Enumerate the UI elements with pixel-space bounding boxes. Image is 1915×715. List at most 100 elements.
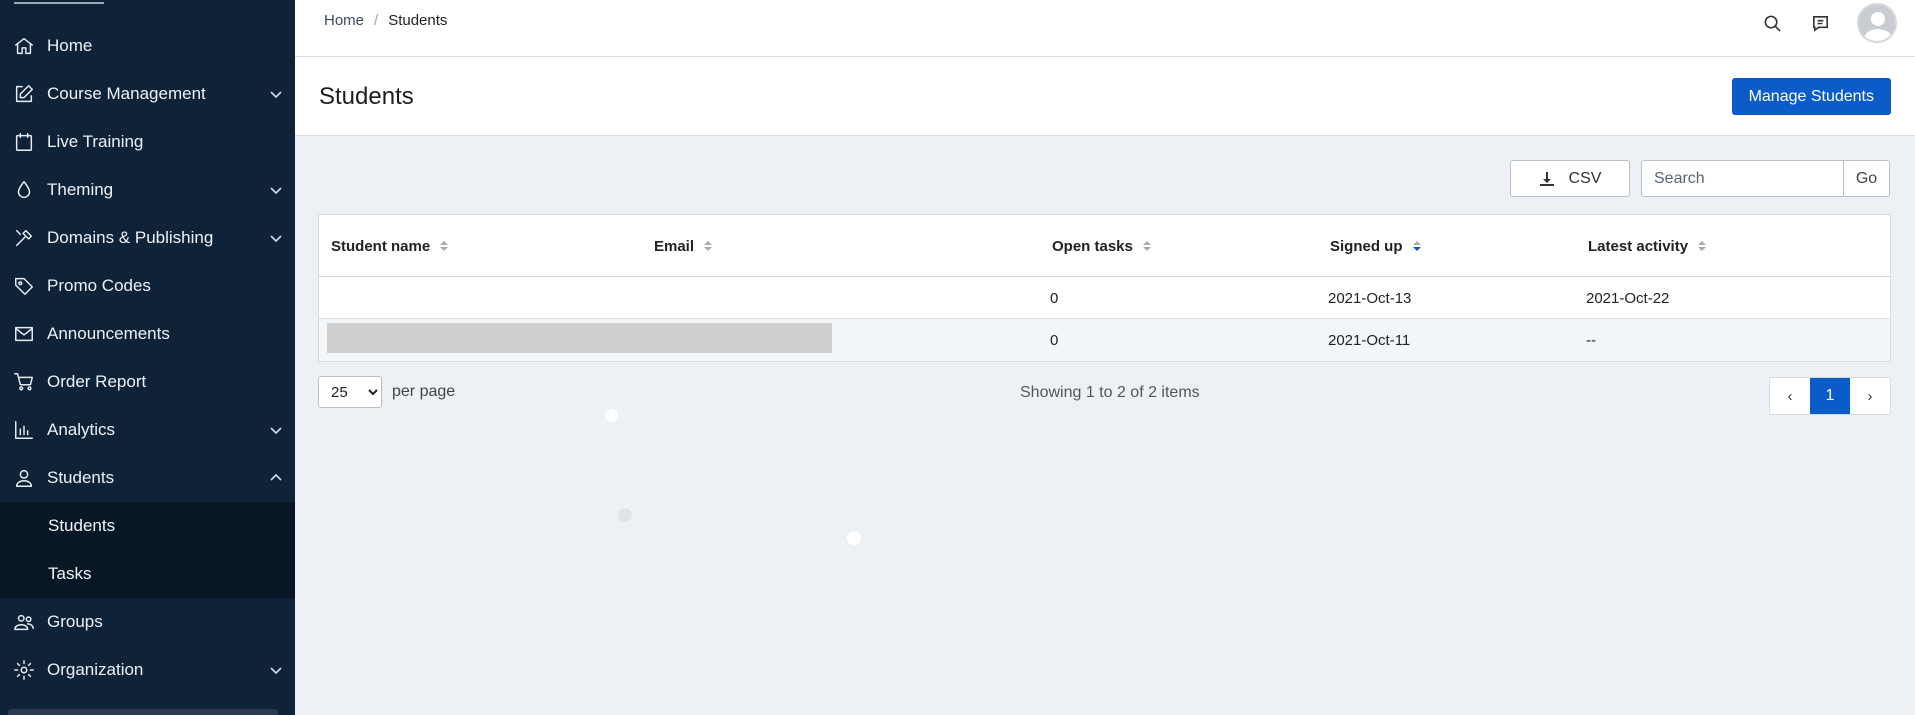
- download-icon: [1539, 171, 1554, 186]
- sidebar-logo-fragment: [14, 0, 104, 4]
- subnav-item-tasks[interactable]: Tasks: [0, 550, 295, 598]
- cell-signed-up: 2021-Oct-13: [1328, 289, 1412, 307]
- sort-descending-icon: [1412, 241, 1421, 251]
- subnav-item-students[interactable]: Students: [0, 502, 295, 550]
- sidebar-item-label: Groups: [47, 612, 103, 631]
- page-header: Students Manage Students: [295, 57, 1915, 136]
- manage-students-button[interactable]: Manage Students: [1731, 78, 1891, 115]
- students-subnav: Students Tasks: [0, 502, 295, 598]
- cell-signed-up: 2021-Oct-11: [1328, 331, 1411, 349]
- breadcrumb: Home / Students: [324, 12, 447, 29]
- sidebar-item-announcements[interactable]: Announcements: [0, 310, 295, 358]
- redacted-block: [327, 323, 832, 353]
- column-header-email[interactable]: Email: [654, 215, 713, 277]
- go-button[interactable]: Go: [1844, 160, 1890, 197]
- loading-dot: [847, 531, 861, 545]
- sidebar-scroll-edge: [8, 709, 278, 715]
- sort-icon: [704, 241, 713, 251]
- column-header-label: Student name: [331, 237, 431, 255]
- search-input[interactable]: [1641, 160, 1844, 197]
- table-row[interactable]: 0 2021-Oct-11 --: [319, 319, 1890, 361]
- sidebar-item-label: Theming: [47, 180, 114, 199]
- search-group: Go: [1641, 160, 1890, 197]
- edit-icon: [12, 82, 36, 106]
- mail-icon: [12, 322, 36, 346]
- sidebar-item-course-management[interactable]: Course Management: [0, 70, 295, 118]
- students-table: Student name Email Open tasks Signed up …: [318, 214, 1891, 362]
- sort-icon: [1142, 241, 1151, 251]
- chevron-down-icon: [269, 231, 283, 245]
- sort-icon: [440, 241, 449, 251]
- sidebar-item-theming[interactable]: Theming: [0, 166, 295, 214]
- chevron-down-icon: [269, 87, 283, 101]
- sidebar-item-label: Live Training: [47, 132, 144, 151]
- cell-latest-activity: 2021-Oct-22: [1586, 289, 1670, 307]
- column-header-signed-up[interactable]: Signed up: [1330, 215, 1421, 277]
- loading-dot: [605, 409, 618, 422]
- sidebar-item-label: Announcements: [47, 324, 170, 343]
- column-header-label: Latest activity: [1588, 237, 1689, 255]
- csv-export-button[interactable]: CSV: [1510, 160, 1630, 197]
- sidebar-item-domains-publishing[interactable]: Domains & Publishing: [0, 214, 295, 262]
- sidebar-item-analytics[interactable]: Analytics: [0, 406, 295, 454]
- sidebar-item-order-report[interactable]: Order Report: [0, 358, 295, 406]
- per-page-label: per page: [392, 383, 456, 400]
- column-header-label: Email: [654, 237, 695, 255]
- chevron-down-icon: [269, 183, 283, 197]
- sidebar-item-organization[interactable]: Organization: [0, 646, 295, 694]
- chevron-down-icon: [269, 423, 283, 437]
- sidebar: Home Course Management Live Training The…: [0, 0, 295, 715]
- users-icon: [12, 610, 36, 634]
- chevron-up-icon: [269, 471, 283, 485]
- table-row[interactable]: 0 2021-Oct-13 2021-Oct-22: [319, 277, 1890, 319]
- search-icon[interactable]: [1761, 12, 1783, 34]
- cell-latest-activity: --: [1586, 331, 1596, 349]
- gear-icon: [12, 658, 36, 682]
- tools-icon: [12, 226, 36, 250]
- sidebar-nav: Home Course Management Live Training The…: [0, 22, 295, 694]
- sort-icon: [1698, 241, 1707, 251]
- pagination-summary: Showing 1 to 2 of 2 items: [1020, 384, 1200, 401]
- calendar-icon: [12, 130, 36, 154]
- chat-icon[interactable]: [1809, 12, 1831, 34]
- breadcrumb-separator: /: [374, 12, 379, 29]
- sidebar-item-label: Analytics: [47, 420, 116, 439]
- column-header-latest-activity[interactable]: Latest activity: [1588, 215, 1707, 277]
- avatar[interactable]: [1857, 3, 1897, 43]
- cell-open-tasks: 0: [1050, 289, 1059, 307]
- sidebar-item-label: Students: [47, 468, 115, 487]
- column-header-student-name[interactable]: Student name: [331, 215, 449, 277]
- topbar: Home / Students: [295, 0, 1915, 57]
- subnav-item-label: Tasks: [48, 564, 92, 583]
- bar-chart-icon: [12, 418, 36, 442]
- sidebar-item-groups[interactable]: Groups: [0, 598, 295, 646]
- page-button-current[interactable]: 1: [1810, 378, 1850, 414]
- droplet-icon: [12, 178, 36, 202]
- user-icon: [12, 466, 36, 490]
- home-icon: [12, 34, 36, 58]
- sidebar-item-label: Home: [47, 36, 93, 55]
- page-title: Students: [319, 83, 414, 110]
- breadcrumb-home-link[interactable]: Home: [324, 12, 364, 29]
- cart-icon: [12, 370, 36, 394]
- sidebar-item-home[interactable]: Home: [0, 22, 295, 70]
- sidebar-item-label: Promo Codes: [47, 276, 151, 295]
- sidebar-item-label: Course Management: [47, 84, 206, 103]
- sidebar-item-label: Domains & Publishing: [47, 228, 214, 247]
- next-page-button[interactable]: ›: [1850, 378, 1890, 414]
- tag-icon: [12, 274, 36, 298]
- sidebar-item-students[interactable]: Students: [0, 454, 295, 502]
- prev-page-button[interactable]: ‹: [1770, 378, 1810, 414]
- sidebar-item-promo-codes[interactable]: Promo Codes: [0, 262, 295, 310]
- per-page-select[interactable]: 25: [318, 376, 382, 408]
- csv-button-label: CSV: [1568, 169, 1602, 187]
- pagination: ‹ 1 ›: [1769, 377, 1891, 415]
- cell-open-tasks: 0: [1050, 331, 1059, 349]
- sidebar-item-live-training[interactable]: Live Training: [0, 118, 295, 166]
- per-page-control: 25 per page: [318, 376, 455, 408]
- column-header-label: Signed up: [1330, 237, 1403, 255]
- sidebar-item-label: Organization: [47, 660, 144, 679]
- sidebar-item-label: Order Report: [47, 372, 147, 391]
- column-header-label: Open tasks: [1052, 237, 1133, 255]
- column-header-open-tasks[interactable]: Open tasks: [1052, 215, 1151, 277]
